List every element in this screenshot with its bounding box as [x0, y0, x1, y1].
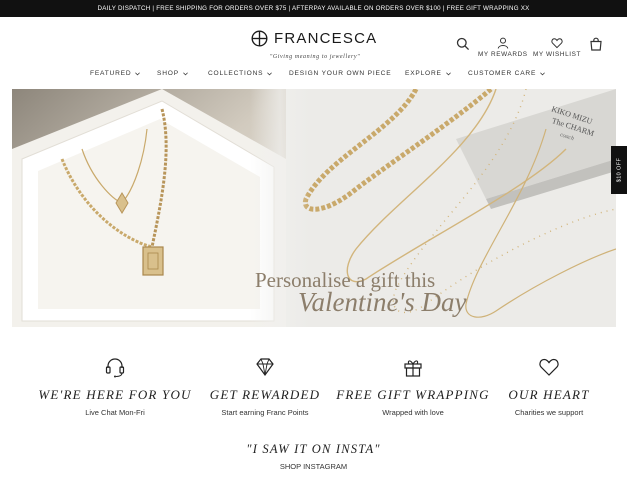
- feature-subtitle: Live Chat Mon-Fri: [85, 408, 145, 417]
- nav-item-shop[interactable]: SHOP: [157, 70, 188, 77]
- feature-our-heart[interactable]: OUR HEART Charities we support: [474, 356, 624, 417]
- headset-icon: [105, 358, 125, 378]
- feature-subtitle: Start earning Franc Points: [221, 408, 309, 417]
- hero-image-gift-box: [12, 89, 286, 327]
- necklace-box-illustration: [12, 89, 286, 327]
- nav-label: COLLECTIONS: [208, 70, 264, 77]
- hero-banner[interactable]: KIKO MIZU The CHARM coach Personalise a …: [12, 89, 616, 327]
- nav-item-design-your-own[interactable]: DESIGN YOUR OWN PIECE: [289, 70, 391, 77]
- search-icon[interactable]: [456, 37, 470, 51]
- feature-rewards[interactable]: GET REWARDED Start earning Franc Points: [190, 356, 340, 417]
- nav-label: CUSTOMER CARE: [468, 70, 537, 77]
- brand-tagline: "Giving meaning to jewellery": [269, 54, 361, 60]
- my-rewards-button[interactable]: MY REWARDS: [478, 37, 528, 58]
- announcement-bar: DAILY DISPATCH | FREE SHIPPING FOR ORDER…: [0, 0, 627, 17]
- feature-gift-wrapping[interactable]: FREE GIFT WRAPPING Wrapped with love: [336, 356, 490, 417]
- instagram-title: "I SAW IT ON INSTA": [246, 442, 381, 456]
- nav-item-collections[interactable]: COLLECTIONS: [208, 70, 273, 77]
- nav-label: DESIGN YOUR OWN PIECE: [289, 70, 392, 77]
- bag-icon[interactable]: [589, 37, 603, 51]
- user-icon: [497, 37, 509, 49]
- logo-mark-icon: [251, 30, 268, 47]
- site-header: FRANCESCA "Giving meaning to jewellery" …: [0, 17, 627, 89]
- main-nav: FEATURED SHOP COLLECTIONS DESIGN YOUR OW…: [0, 70, 627, 84]
- feature-title: GET REWARDED: [209, 387, 321, 402]
- shop-instagram-link[interactable]: SHOP INSTAGRAM: [0, 462, 627, 471]
- chevron-down-icon: [135, 71, 141, 75]
- nav-item-customer-care[interactable]: CUSTOMER CARE: [468, 70, 546, 77]
- feature-strip: WE'RE HERE FOR YOU Live Chat Mon-Fri GET…: [0, 356, 627, 426]
- announcement-text: DAILY DISPATCH | FREE SHIPPING FOR ORDER…: [97, 5, 530, 12]
- my-wishlist-button[interactable]: MY WISHLIST: [533, 37, 581, 58]
- discount-side-tab-label: $10 OFF: [616, 157, 623, 183]
- discount-side-tab[interactable]: $10 OFF: [611, 146, 627, 194]
- my-rewards-label: MY REWARDS: [478, 51, 528, 58]
- logo[interactable]: FRANCESCA: [251, 30, 377, 47]
- feature-title: OUR HEART: [508, 387, 590, 402]
- nav-label: SHOP: [157, 70, 179, 77]
- feature-title: FREE GIFT WRAPPING: [336, 387, 490, 402]
- nav-label: EXPLORE: [405, 70, 442, 77]
- nav-item-featured[interactable]: FEATURED: [90, 70, 141, 77]
- heart-outline-icon: [551, 38, 563, 49]
- instagram-section: "I SAW IT ON INSTA" SHOP INSTAGRAM: [0, 442, 627, 471]
- feature-subtitle: Wrapped with love: [382, 408, 444, 417]
- chevron-down-icon: [445, 71, 451, 75]
- my-wishlist-label: MY WISHLIST: [533, 51, 582, 58]
- feature-support[interactable]: WE'RE HERE FOR YOU Live Chat Mon-Fri: [38, 356, 192, 417]
- nav-label: FEATURED: [90, 70, 132, 77]
- chevron-down-icon: [267, 71, 273, 75]
- chevron-down-icon: [540, 71, 546, 75]
- heart-icon: [539, 358, 559, 376]
- nav-item-explore[interactable]: EXPLORE: [405, 70, 451, 77]
- chevron-down-icon: [183, 71, 188, 75]
- hero-title-line2: Valentine's Day: [298, 287, 467, 317]
- feature-title: WE'RE HERE FOR YOU: [38, 387, 192, 402]
- gift-icon: [404, 360, 422, 377]
- brand-name: FRANCESCA: [274, 30, 378, 47]
- diamond-icon: [256, 358, 274, 377]
- feature-subtitle: Charities we support: [514, 408, 584, 417]
